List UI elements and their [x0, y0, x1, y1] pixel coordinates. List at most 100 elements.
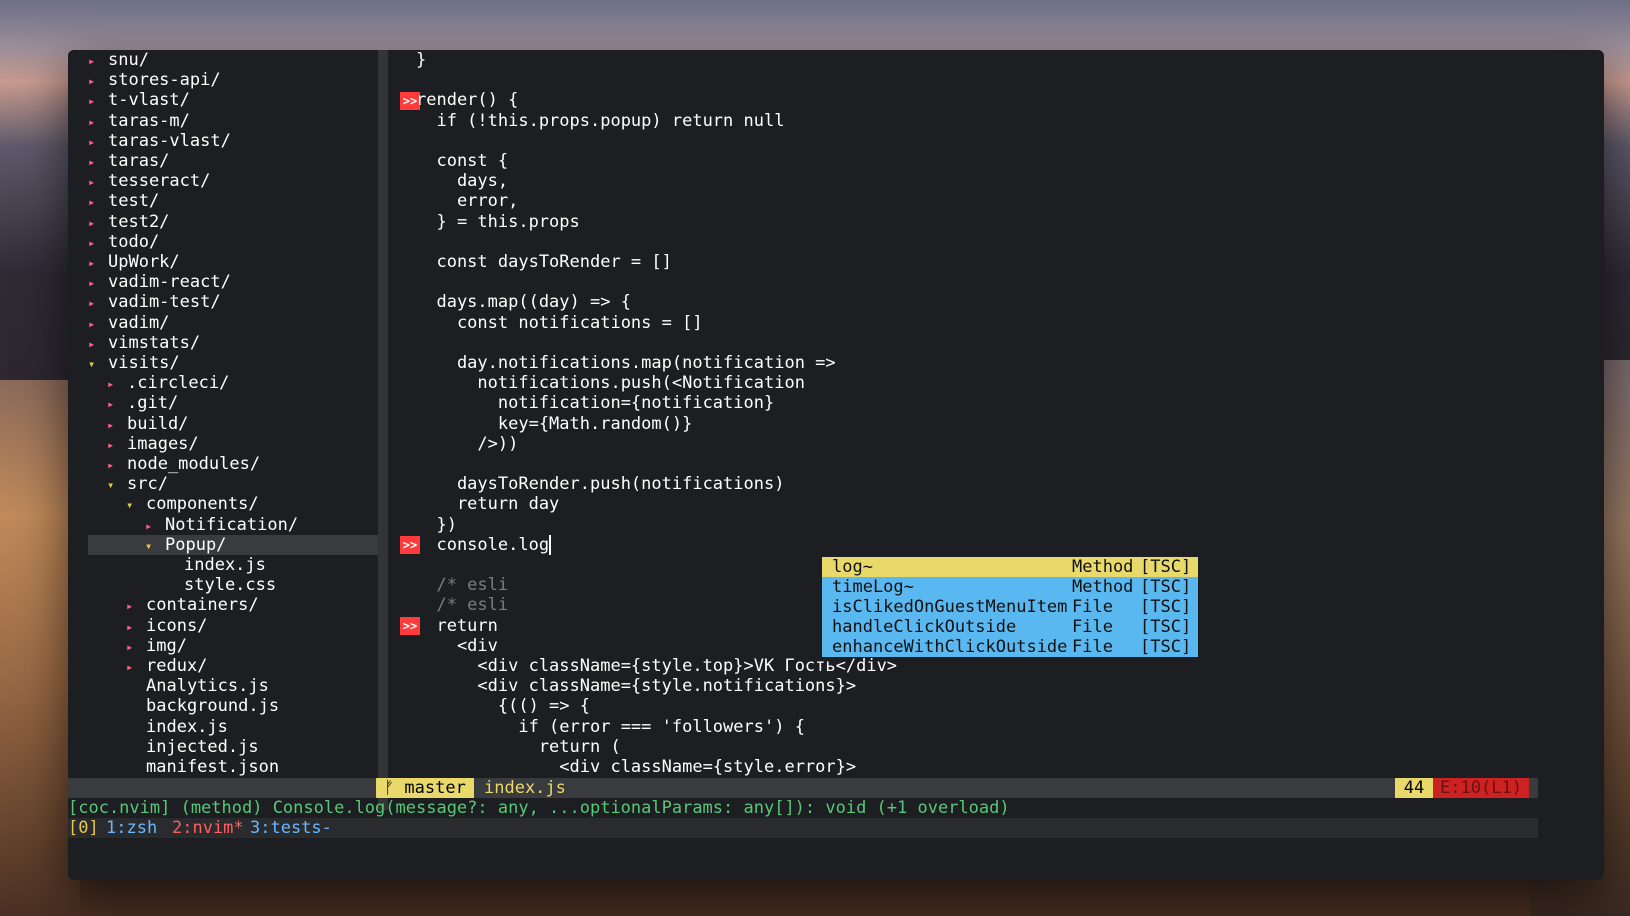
- tree-file-item[interactable]: index.js: [88, 717, 378, 737]
- chevron-right-icon: ▸: [88, 296, 96, 311]
- tree-file-item[interactable]: manifest.json: [88, 757, 378, 777]
- tree-folder-item[interactable]: ▸ containers/: [88, 595, 378, 615]
- tree-folder-item[interactable]: ▸ node_modules/: [88, 454, 378, 474]
- chevron-right-icon: ▸: [107, 417, 115, 432]
- tmux-window-tests[interactable]: 3:tests-: [250, 818, 332, 838]
- tree-folder-item[interactable]: ▸ UpWork/: [88, 252, 378, 272]
- code-line[interactable]: <div: [416, 636, 498, 656]
- tree-file-item[interactable]: injected.js: [88, 737, 378, 757]
- code-line[interactable]: daysToRender.push(notifications): [416, 474, 785, 494]
- code-line[interactable]: const notifications = []: [416, 313, 703, 333]
- tree-folder-item[interactable]: ▸ test2/: [88, 212, 378, 232]
- tree-item-label: taras/: [108, 151, 170, 171]
- code-line[interactable]: <div className={style.error}>: [416, 757, 856, 777]
- completion-kind: Method: [1072, 577, 1134, 597]
- tmux-window-nvim[interactable]: 2:nvim*: [172, 818, 244, 838]
- tree-folder-item[interactable]: ▸ redux/: [88, 656, 378, 676]
- code-line[interactable]: if (error === 'followers') {: [416, 717, 805, 737]
- tree-folder-item[interactable]: ▸ taras-vlast/: [88, 131, 378, 151]
- code-line[interactable]: return day: [416, 494, 559, 514]
- code-line[interactable]: day.notifications.map(notification =>: [416, 353, 836, 373]
- tree-folder-item[interactable]: ▸ t-vlast/: [88, 90, 378, 110]
- tree-folder-item[interactable]: ▸ todo/: [88, 232, 378, 252]
- tree-folder-item[interactable]: ▸ stores-api/: [88, 70, 378, 90]
- code-line[interactable]: const {: [416, 151, 508, 171]
- tree-folder-item[interactable]: ▸ .git/: [88, 393, 378, 413]
- tree-folder-item[interactable]: ▸ taras/: [88, 151, 378, 171]
- tree-folder-item[interactable]: ▾ components/: [88, 494, 378, 514]
- tree-folder-item[interactable]: ▸ .circleci/: [88, 373, 378, 393]
- tree-item-label: Analytics.js: [146, 676, 269, 697]
- code-line[interactable]: key={Math.random()}: [416, 414, 692, 434]
- completion-source: [TSC]: [1140, 637, 1192, 657]
- tree-folder-item[interactable]: ▸ snu/: [88, 50, 378, 70]
- chevron-right-icon: ▸: [88, 54, 96, 68]
- completion-popup[interactable]: log~ Method [TSC] timeLog~ Method [TSC] isClik…: [822, 557, 1198, 657]
- code-line[interactable]: notifications.push(<Notification: [416, 373, 805, 393]
- tree-folder-item[interactable]: ▸ test/: [88, 191, 378, 211]
- tmux-status-bar: [0] 1:zsh 2:nvim* 3:tests-: [68, 818, 1538, 838]
- code-line[interactable]: <div className={style.notifications}>: [416, 676, 856, 696]
- tree-item-label: .circleci/: [127, 373, 230, 394]
- chevron-right-icon: ▸: [126, 619, 134, 634]
- tree-folder-item[interactable]: ▸ vadim-test/: [88, 292, 378, 312]
- tree-folder-item[interactable]: ▾ visits/: [88, 353, 378, 373]
- chevron-right-icon: ▸: [88, 235, 96, 250]
- tree-folder-item[interactable]: ▸ build/: [88, 414, 378, 434]
- editor-pane[interactable]: >> >> >> } render() { if (!this.props.pop…: [388, 50, 1604, 810]
- code-line[interactable]: <div className={style.top}>VK Гость</div…: [416, 656, 897, 676]
- tree-folder-item[interactable]: ▸ img/: [88, 636, 378, 656]
- tree-folder-item[interactable]: ▸ vadim-react/: [88, 272, 378, 292]
- completion-item[interactable]: timeLog~ Method [TSC]: [822, 577, 1198, 597]
- completion-item[interactable]: enhanceWithClickOutside File [TSC]: [822, 637, 1198, 657]
- completion-item[interactable]: handleClickOutside File [TSC]: [822, 617, 1198, 637]
- tree-item-label: .git/: [127, 393, 179, 414]
- tree-folder-item[interactable]: ▸ Notification/: [88, 515, 378, 535]
- code-line[interactable]: days.map((day) => {: [416, 292, 630, 312]
- file-tree-pane[interactable]: ▸ snu/ ▸ stores-api/ ▸ t-vlast/ ▸ taras-m/ ▸ tara…: [68, 50, 378, 810]
- vertical-split-separator[interactable]: [378, 50, 388, 810]
- chevron-right-icon: ▸: [126, 660, 134, 674]
- chevron-right-icon: ▸: [88, 134, 96, 149]
- code-line[interactable]: return: [416, 616, 497, 636]
- tree-item-label: node_modules/: [127, 454, 261, 474]
- tree-folder-item[interactable]: ▸ vimstats/: [88, 333, 378, 353]
- tree-file-item[interactable]: index.js: [88, 555, 378, 575]
- code-line[interactable]: }): [416, 515, 456, 535]
- completion-kind: File: [1072, 637, 1113, 657]
- code-line[interactable]: error,: [416, 191, 518, 211]
- completion-item[interactable]: log~ Method [TSC]: [822, 557, 1198, 577]
- tree-folder-item[interactable]: ▸ images/: [88, 434, 378, 454]
- tree-folder-item[interactable]: ▸ vadim/: [88, 313, 378, 333]
- code-line[interactable]: days,: [416, 171, 508, 191]
- tree-file-item[interactable]: style.css: [88, 575, 378, 595]
- tree-item-label: background.js: [146, 696, 280, 717]
- completion-item[interactable]: isClikedOnGuestMenuItem File [TSC]: [822, 597, 1198, 617]
- code-line[interactable]: }: [416, 50, 426, 70]
- tree-file-item[interactable]: Analytics.js: [88, 676, 378, 696]
- tree-folder-item[interactable]: ▸ icons/: [88, 616, 378, 636]
- tree-file-item[interactable]: background.js: [88, 696, 378, 716]
- chevron-right-icon: ▸: [88, 215, 96, 230]
- chevron-right-icon: ▸: [126, 599, 134, 614]
- tree-folder-item[interactable]: ▾ Popup/: [88, 534, 378, 555]
- code-line[interactable]: notification={notification}: [416, 393, 774, 413]
- code-line[interactable]: {(() => {: [416, 696, 590, 716]
- code-line[interactable]: />)): [416, 434, 518, 454]
- tree-folder-item[interactable]: ▾ src/: [88, 474, 378, 494]
- code-line[interactable]: } = this.props: [416, 212, 579, 232]
- completion-kind: Method: [1072, 557, 1134, 577]
- code-line[interactable]: return (: [416, 737, 621, 757]
- terminal-window[interactable]: ▸ snu/ ▸ stores-api/ ▸ t-vlast/ ▸ taras-m/ ▸ tara…: [68, 50, 1604, 880]
- code-line[interactable]: if (!this.props.popup) return null: [416, 111, 784, 131]
- tree-folder-item[interactable]: ▸ taras-m/: [88, 111, 378, 131]
- tree-item-label: redux/: [146, 656, 208, 676]
- completion-source: [TSC]: [1140, 617, 1192, 637]
- tree-folder-item[interactable]: ▸ tesseract/: [88, 171, 378, 191]
- code-line[interactable]: render() {: [416, 90, 518, 110]
- code-line[interactable]: console.log: [416, 534, 552, 555]
- tmux-window-zsh[interactable]: 1:zsh: [106, 818, 157, 838]
- tree-item-label: vadim-react/: [108, 272, 231, 293]
- completion-word: isClikedOnGuestMenuItem: [832, 597, 1068, 617]
- code-line[interactable]: const daysToRender = []: [416, 252, 671, 272]
